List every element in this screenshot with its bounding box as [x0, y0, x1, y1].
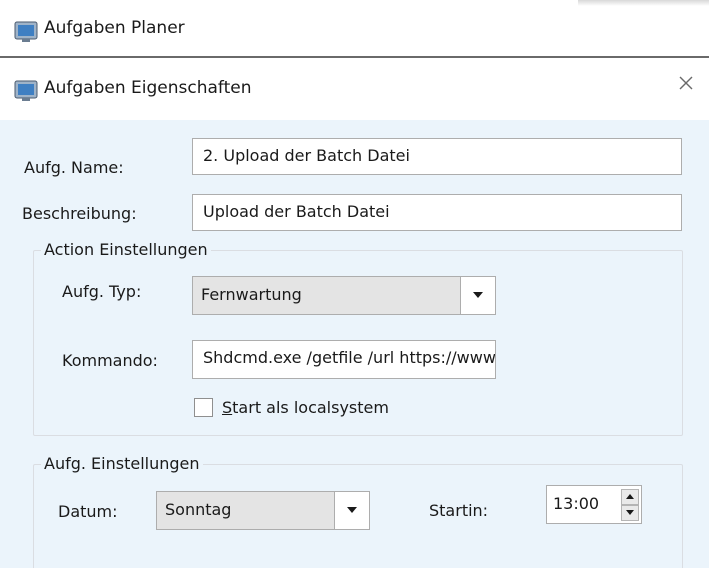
- spin-up-button[interactable]: [621, 489, 639, 505]
- task-type-combo[interactable]: Fernwartung: [192, 276, 496, 315]
- localsystem-label-text: tart als localsystem: [232, 398, 389, 417]
- start-time-spinner[interactable]: 13:00: [546, 485, 642, 524]
- app-titlebar: Aufgaben Planer: [0, 0, 709, 57]
- close-icon[interactable]: [677, 74, 695, 92]
- name-input[interactable]: 2. Upload der Batch Datei: [192, 138, 682, 175]
- chevron-up-icon: [626, 494, 634, 499]
- command-input[interactable]: Shdcmd.exe /getfile /url https://www.bla…: [192, 340, 496, 379]
- date-label: Datum:: [58, 502, 118, 521]
- window-icon: [14, 80, 38, 102]
- action-settings-group-label: Action Einstellungen: [41, 240, 211, 259]
- chevron-down-icon: [473, 292, 483, 298]
- dialog-title: Aufgaben Eigenschaften: [44, 78, 252, 98]
- chevron-down-icon: [347, 507, 357, 513]
- window-icon: [14, 21, 38, 43]
- command-label: Kommando:: [62, 351, 158, 370]
- date-value: Sonntag: [165, 500, 232, 519]
- window-shadow: [578, 0, 709, 6]
- description-label: Beschreibung:: [22, 204, 137, 223]
- start-label: Startin:: [429, 501, 489, 520]
- task-settings-group-label: Aufg. Einstellungen: [41, 454, 203, 473]
- dialog-body: Aufg. Name: 2. Upload der Batch Datei Be…: [0, 120, 709, 568]
- localsystem-checkbox[interactable]: [194, 398, 213, 417]
- start-time-value: 13:00: [553, 494, 600, 513]
- spin-down-button[interactable]: [621, 505, 639, 521]
- name-label: Aufg. Name:: [24, 158, 124, 177]
- chevron-down-icon: [626, 510, 634, 515]
- dialog-titlebar: Aufgaben Eigenschaften: [0, 58, 709, 120]
- task-type-value: Fernwartung: [201, 285, 302, 304]
- description-input[interactable]: Upload der Batch Datei: [192, 194, 682, 231]
- localsystem-checkbox-label[interactable]: Start als localsystem: [222, 398, 389, 417]
- date-dropdown-button[interactable]: [334, 491, 370, 530]
- task-type-dropdown-button[interactable]: [460, 276, 496, 315]
- task-type-label: Aufg. Typ:: [62, 282, 142, 301]
- app-title: Aufgaben Planer: [44, 18, 185, 38]
- date-combo[interactable]: Sonntag: [156, 491, 370, 530]
- localsystem-mnemonic: S: [222, 398, 233, 417]
